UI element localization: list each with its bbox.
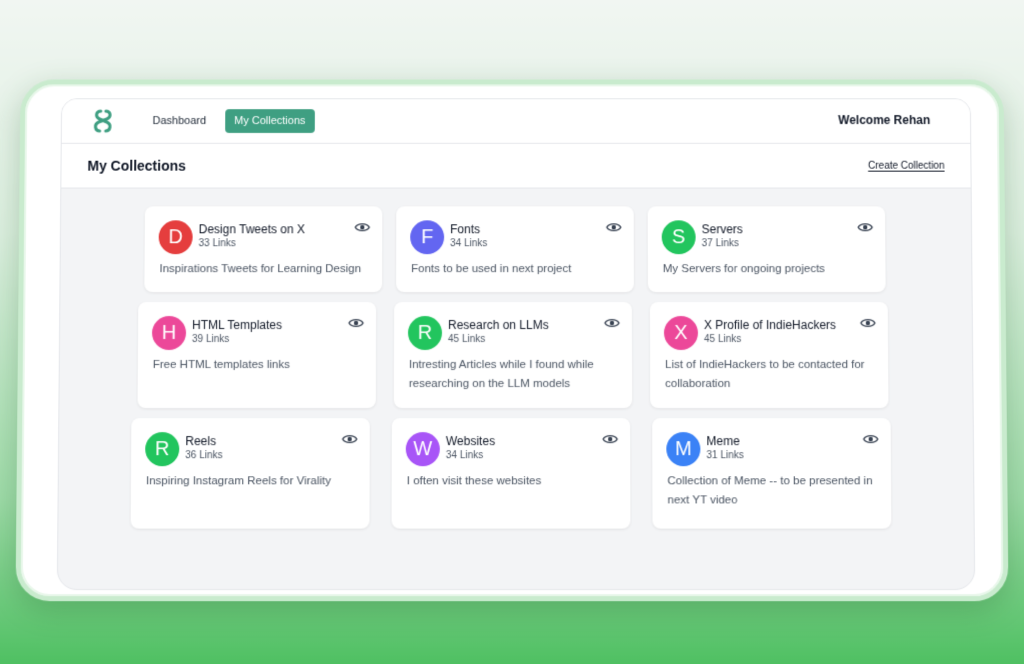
collection-avatar: F <box>410 220 444 254</box>
collection-link-count: 33 Links <box>199 238 236 249</box>
collection-link-count: 31 Links <box>706 450 743 461</box>
collection-description: Intresting Articles while I found while … <box>409 356 618 394</box>
eye-icon[interactable] <box>604 316 620 328</box>
collection-avatar: W <box>406 432 440 466</box>
collection-description: Fonts to be used in next project <box>411 260 620 279</box>
collection-title: Servers <box>702 222 743 236</box>
collection-title: Reels <box>185 434 216 448</box>
collection-title: Fonts <box>450 222 480 236</box>
collection-title: Meme <box>706 434 739 448</box>
collection-card[interactable]: F Fonts 34 Links Fonts to be used in next p… <box>396 206 634 292</box>
collection-card[interactable]: W Websites 34 Links I often visit these web… <box>392 418 631 529</box>
collection-description: My Servers for ongoing projects <box>663 260 872 279</box>
collection-title: HTML Templates <box>192 318 282 332</box>
collection-title: Design Tweets on X <box>199 222 305 236</box>
page-title: My Collections <box>87 158 186 174</box>
collection-card[interactable]: R Research on LLMs 45 Links Intresting Arti… <box>394 302 632 408</box>
eye-icon[interactable] <box>857 220 873 232</box>
device-frame: Dashboard My Collections Welcome Rehan M… <box>15 79 1008 601</box>
welcome-message: Welcome Rehan <box>838 113 930 127</box>
nav-my-collections[interactable]: My Collections <box>225 109 314 133</box>
collection-title: Websites <box>446 434 495 448</box>
collection-link-count: 39 Links <box>192 334 229 345</box>
collection-avatar: S <box>662 220 696 254</box>
eye-icon[interactable] <box>606 220 622 232</box>
collection-card[interactable]: X X Profile of IndieHackers 45 Links List o… <box>650 302 889 408</box>
collection-avatar: R <box>408 316 442 350</box>
collection-description: Inspiring Instagram Reels for Virality <box>146 472 356 491</box>
collection-card[interactable]: D Design Tweets on X 33 Links Inspirations … <box>144 206 382 292</box>
collection-link-count: 45 Links <box>448 334 485 345</box>
collection-description: List of IndieHackers to be contacted for… <box>665 356 874 394</box>
app-screen: Dashboard My Collections Welcome Rehan M… <box>57 98 975 590</box>
collection-link-count: 34 Links <box>450 238 487 249</box>
collection-card[interactable]: R Reels 36 Links Inspiring Instagram Reels … <box>131 418 370 529</box>
collection-card[interactable]: M Meme 31 Links Collection of Meme -- to be… <box>652 418 891 529</box>
collection-link-count: 45 Links <box>704 334 741 345</box>
collection-link-count: 37 Links <box>702 238 739 249</box>
collection-avatar: X <box>664 316 698 350</box>
eye-icon[interactable] <box>348 316 364 328</box>
collection-description: I often visit these websites <box>407 472 617 491</box>
create-collection-link[interactable]: Create Collection <box>868 161 945 172</box>
page-header: My Collections Create Collection <box>61 144 970 189</box>
eye-icon[interactable] <box>863 432 879 444</box>
nav-dashboard[interactable]: Dashboard <box>143 109 215 133</box>
collection-description: Inspirations Tweets for Learning Design <box>159 260 368 279</box>
eye-icon[interactable] <box>602 432 618 444</box>
collection-description: Free HTML templates links <box>153 356 362 375</box>
eye-icon[interactable] <box>860 316 876 328</box>
collection-link-count: 36 Links <box>185 450 222 461</box>
collection-card[interactable]: S Servers 37 Links My Servers for ongoing p… <box>648 206 886 292</box>
collection-description: Collection of Meme -- to be presented in… <box>667 472 877 510</box>
collection-card[interactable]: H HTML Templates 39 Links Free HTML templat… <box>137 302 376 408</box>
collection-avatar: R <box>145 432 179 466</box>
collection-avatar: H <box>152 316 186 350</box>
collection-title: Research on LLMs <box>448 318 549 332</box>
chain-link-logo-icon[interactable] <box>90 107 116 135</box>
collection-title: X Profile of IndieHackers <box>704 318 836 332</box>
collection-avatar: D <box>159 220 193 254</box>
collection-link-count: 34 Links <box>446 450 483 461</box>
eye-icon[interactable] <box>354 220 370 232</box>
eye-icon[interactable] <box>342 432 358 444</box>
collection-avatar: M <box>666 432 700 466</box>
top-navbar: Dashboard My Collections Welcome Rehan <box>62 99 971 144</box>
